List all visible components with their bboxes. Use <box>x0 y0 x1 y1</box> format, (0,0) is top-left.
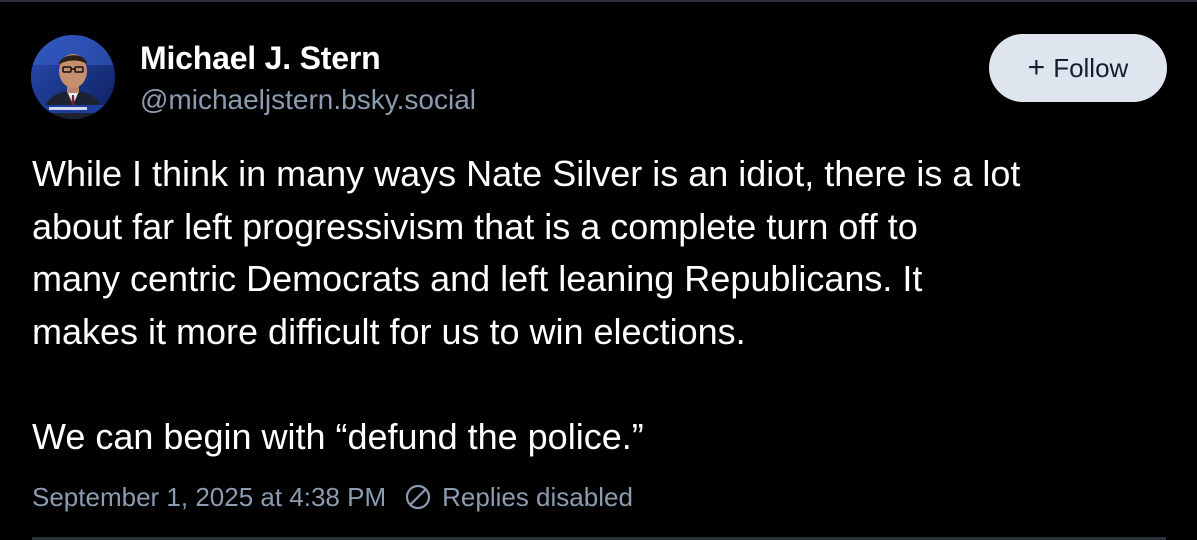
avatar[interactable] <box>31 35 115 119</box>
author-display-name[interactable]: Michael J. Stern <box>140 38 381 78</box>
post-line: makes it more difficult for us to win el… <box>32 310 746 352</box>
post-line: about far left progressivism that is a c… <box>32 205 918 247</box>
follow-button[interactable]: + Follow <box>989 34 1167 102</box>
top-divider <box>0 0 1197 2</box>
author-handle[interactable]: @michaeljstern.bsky.social <box>140 82 476 118</box>
plus-icon: + <box>1027 51 1046 84</box>
replies-status: Replies disabled <box>404 479 633 515</box>
no-entry-icon <box>406 484 431 510</box>
post-meta: September 1, 2025 at 4:38 PM Replies dis… <box>32 479 633 515</box>
post-line: many centric Democrats and left leaning … <box>32 258 923 299</box>
post-text: While I think in many ways Nate Silver i… <box>32 148 1172 463</box>
follow-button-label: Follow <box>1053 52 1129 83</box>
post-line: We can begin with “defund the police.” <box>32 415 644 457</box>
post-timestamp[interactable]: September 1, 2025 at 4:38 PM <box>32 479 386 515</box>
profile-photo-icon <box>31 35 115 119</box>
replies-status-label: Replies disabled <box>442 482 633 512</box>
post-line: While I think in many ways Nate Silver i… <box>32 153 1021 194</box>
